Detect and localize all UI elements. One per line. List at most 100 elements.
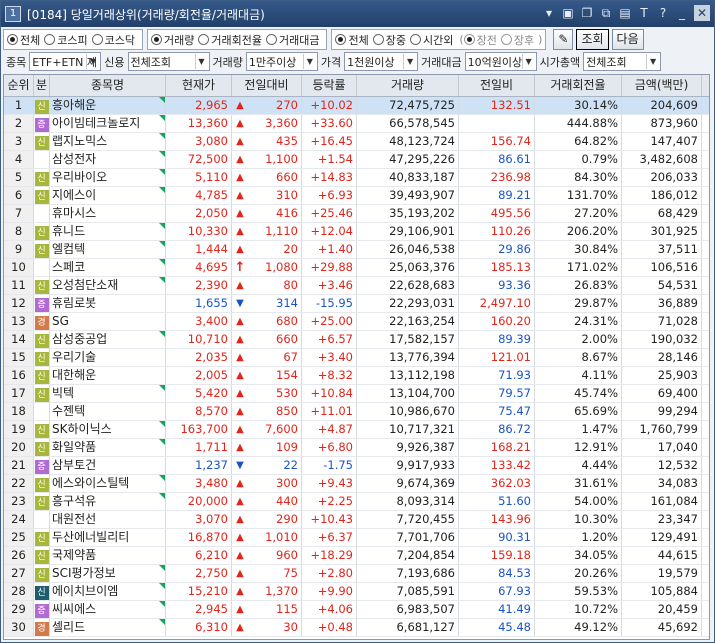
table-row[interactable]: 17 신 빅텍 5,420 530 ▲ +10.84 13,104,700 79.57 45.74… [4, 385, 709, 403]
title-bar[interactable]: 1 [0184] 당일거래상위(거래량/회전율/거래대금) ▾ ▣ ❐ ⧉ ▤ … [1, 1, 714, 27]
column-header[interactable]: 순위 [4, 75, 34, 96]
stock-name-cell[interactable]: 엘컴텍 [50, 241, 166, 258]
mcap-select[interactable]: 전체조회 ▼ [583, 52, 662, 71]
stock-name-cell[interactable]: SG [50, 313, 166, 330]
table-row[interactable]: 18 수젠텍 8,570 850 ▲ +11.01 10,986,670 75.47 65.69… [4, 403, 709, 421]
column-header[interactable]: 등락률 [302, 75, 357, 96]
table-row[interactable]: 28 신 에이치브이엠 15,210 1,370 ▲ +9.90 7,085,591 67.93… [4, 583, 709, 601]
sort-turnover[interactable]: 거래회전율 [198, 32, 262, 48]
stock-name-cell[interactable]: SCI평가정보 [50, 565, 166, 582]
table-row[interactable]: 26 신 국제약품 6,210 960 ▲ +18.29 7,204,854 159.18 34.… [4, 547, 709, 565]
link-icon[interactable]: ⧉ [599, 5, 613, 21]
column-header[interactable]: 거래량 [357, 75, 459, 96]
stock-name-cell[interactable]: 셀리드 [50, 619, 166, 636]
table-row[interactable]: 8 신 휴니드 10,330 1,110 ▲ +12.04 29,106,901 110.26 2… [4, 223, 709, 241]
market-all[interactable]: 전체 [7, 32, 40, 48]
radio-dot[interactable] [372, 34, 384, 45]
sort-amount[interactable]: 거래대금 [265, 32, 319, 48]
amount-select[interactable]: 10억원이상 ▼ [464, 52, 537, 71]
radio-dot[interactable] [151, 34, 162, 45]
stock-name-cell[interactable]: 대한해운 [50, 367, 166, 384]
stock-name-cell[interactable]: 수젠텍 [50, 403, 166, 420]
stock-name-cell[interactable]: 삼성전자 [50, 151, 166, 168]
radio-dot[interactable] [500, 34, 512, 45]
stock-name-cell[interactable]: 휴니드 [50, 223, 166, 240]
volume-select[interactable]: 1만주이상 ▼ [245, 52, 318, 71]
chevron-down-icon[interactable]: ▼ [302, 54, 316, 69]
market-kosdaq[interactable]: 코스닥 [91, 32, 135, 48]
session-all[interactable]: 전체 [335, 32, 369, 48]
stock-name-cell[interactable]: 우리기술 [50, 349, 166, 366]
table-row[interactable]: 7 휴마시스 2,050 416 ▲ +25.46 35,193,202 495.56 27.2… [4, 205, 709, 223]
radio-dot[interactable] [44, 34, 56, 45]
font-icon[interactable]: T [637, 5, 651, 21]
radio-dot[interactable] [91, 34, 103, 45]
session-pre[interactable]: 장전 [463, 32, 497, 48]
stock-name-cell[interactable]: 흥구석유 [50, 493, 166, 510]
ranking-table[interactable]: 순위 분 종목명 현재가 전일대비 등락률 거래량 전일비 거래회전율 금액(백만) 1 신 흥아해운… [3, 74, 710, 640]
table-row[interactable]: 16 신 대한해운 2,005 154 ▲ +8.32 13,112,198 71.93 4.11… [4, 367, 709, 385]
menu-icon[interactable]: ▾ [542, 5, 556, 21]
table-row[interactable]: 5 신 우리바이오 5,110 660 ▲ +14.83 40,833,187 236.98 84… [4, 169, 709, 187]
stock-name-cell[interactable]: 씨씨에스 [50, 601, 166, 618]
session-regular[interactable]: 장중 [372, 32, 406, 48]
copy-icon[interactable]: ❐ [580, 5, 594, 21]
radio-dot[interactable] [335, 34, 347, 45]
session-post[interactable]: 장후 [500, 32, 534, 48]
table-row[interactable]: 20 신 화일약품 1,711 109 ▲ +6.80 9,926,387 168.21 12.9… [4, 439, 709, 457]
column-header[interactable]: 종목명 [50, 75, 166, 96]
table-row[interactable]: 10 스페코 4,695 1,080 ↑ +29.88 25,063,376 185.13 17… [4, 259, 709, 277]
table-row[interactable]: 21 증 삼부토건 1,237 22 ▼ -1.75 9,917,933 133.42 4.44%… [4, 457, 709, 475]
table-row[interactable]: 14 신 삼성중공업 10,710 660 ▲ +6.57 17,582,157 89.39 2.… [4, 331, 709, 349]
table-row[interactable]: 23 신 흥구석유 20,000 440 ▲ +2.25 8,093,314 51.60 54.0… [4, 493, 709, 511]
stock-name-cell[interactable]: 휴림로봇 [50, 295, 166, 312]
market-kospi[interactable]: 코스피 [44, 32, 88, 48]
table-row[interactable]: 11 신 오성첨단소재 2,390 80 ▲ +3.46 22,628,683 93.36 26.… [4, 277, 709, 295]
stock-name-cell[interactable]: 삼성중공업 [50, 331, 166, 348]
column-header[interactable]: 현재가 [166, 75, 232, 96]
stock-name-cell[interactable]: 지에스이 [50, 187, 166, 204]
stock-name-cell[interactable]: 흥아해운 [50, 97, 166, 114]
table-row[interactable]: 6 신 지에스이 4,785 310 ▲ +6.93 39,493,907 89.21 131.7… [4, 187, 709, 205]
stock-name-cell[interactable]: 국제약품 [50, 547, 166, 564]
stock-name-cell[interactable]: SK하이닉스 [50, 421, 166, 438]
table-row[interactable]: 15 신 우리기술 2,035 67 ▲ +3.40 13,776,394 121.01 8.67… [4, 349, 709, 367]
table-row[interactable]: 30 경 셀리드 6,310 30 ▲ +0.48 6,681,127 45.48 49.12% 4… [4, 619, 709, 637]
credit-select[interactable]: 전체조회 ▼ [127, 52, 210, 71]
stock-name-cell[interactable]: 랩지노믹스 [50, 133, 166, 150]
layout-icon[interactable]: ▣ [561, 5, 575, 21]
stock-name-cell[interactable]: 빅텍 [50, 385, 166, 402]
table-row[interactable]: 19 신 SK하이닉스 163,700 7,600 ▲ +4.87 10,717,321 86.… [4, 421, 709, 439]
stock-name-cell[interactable]: 화일약품 [50, 439, 166, 456]
sort-volume[interactable]: 거래량 [151, 32, 194, 48]
stock-name-cell[interactable]: 휴마시스 [50, 205, 166, 222]
chevron-down-icon[interactable]: ▼ [403, 54, 416, 69]
stock-name-cell[interactable]: 우리바이오 [50, 169, 166, 186]
stock-name-cell[interactable]: 삼부토건 [50, 457, 166, 474]
radio-dot[interactable] [198, 34, 210, 45]
stock-name-cell[interactable]: 아이빔테크놀로지 [50, 115, 166, 132]
help-icon[interactable]: ? [656, 5, 670, 21]
window-number[interactable]: 1 [5, 6, 21, 22]
radio-dot[interactable] [409, 34, 421, 45]
table-row[interactable]: 29 증 씨씨에스 2,945 115 ▲ +4.06 6,983,507 41.49 10.72… [4, 601, 709, 619]
stock-name-cell[interactable]: 대원전선 [50, 511, 166, 528]
table-row[interactable]: 1 신 흥아해운 2,965 270 ▲ +10.02 72,475,725 132.51 30.… [4, 97, 709, 115]
stock-name-cell[interactable]: 에스와이스틸텍 [50, 475, 166, 492]
next-button[interactable]: 다음 [611, 29, 644, 50]
table-row[interactable]: 27 신 SCI평가정보 2,750 75 ▲ +2.80 7,193,686 84.53 20.… [4, 565, 709, 583]
chevron-down-icon[interactable]: ▼ [86, 54, 99, 69]
price-select[interactable]: 1천원이상 ▼ [344, 52, 419, 71]
column-header[interactable]: 전일대비 [232, 75, 302, 96]
query-button[interactable]: 조회 [576, 29, 609, 50]
table-row[interactable]: 2 증 아이빔테크놀로지 13,360 3,360 ▲ +33.60 66,578,545 44… [4, 115, 709, 133]
stock-select[interactable]: ETF+ETN 제 ▼ [29, 52, 102, 71]
column-header[interactable]: 분 [34, 75, 50, 96]
table-row[interactable]: 4 삼성전자 72,500 1,100 ▲ +1.54 47,295,226 86.61 0.7… [4, 151, 709, 169]
table-row[interactable]: 3 신 랩지노믹스 3,080 435 ▲ +16.45 48,123,724 156.74 64… [4, 133, 709, 151]
radio-dot[interactable] [7, 34, 18, 45]
stock-name-cell[interactable]: 스페코 [50, 259, 166, 276]
table-row[interactable]: 25 신 두산에너빌리티 16,870 1,010 ▲ +6.37 7,701,706 90.3… [4, 529, 709, 547]
print-icon[interactable]: ▤ [618, 5, 632, 21]
column-header[interactable]: 금액(백만) [622, 75, 702, 96]
